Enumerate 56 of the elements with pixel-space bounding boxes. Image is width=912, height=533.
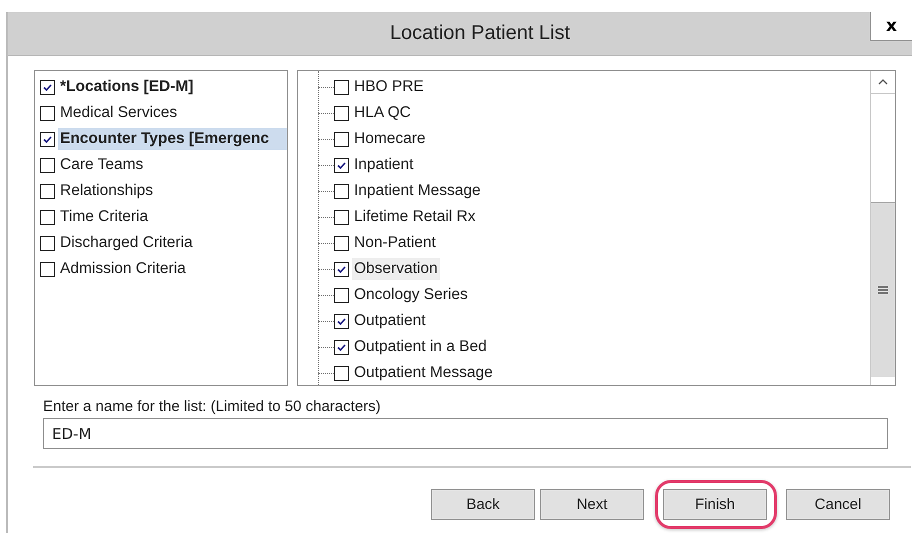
checkmark-icon	[336, 160, 347, 170]
checkmark-icon	[42, 82, 53, 92]
tree-item[interactable]: Homecare	[352, 128, 428, 150]
checkbox[interactable]	[40, 158, 55, 172]
checkmark-icon	[42, 134, 53, 144]
category-item[interactable]: *Locations [ED-M]	[58, 76, 196, 98]
checkbox[interactable]	[40, 106, 55, 120]
close-button[interactable]: x	[870, 12, 912, 41]
category-item[interactable]: Encounter Types [Emergenc	[58, 128, 287, 150]
checkbox[interactable]	[40, 262, 55, 276]
checkbox[interactable]	[334, 314, 349, 328]
scrollbar[interactable]	[870, 71, 895, 385]
tree-item[interactable]: Inpatient Message	[352, 180, 483, 202]
tree-item[interactable]: Outpatient in a Bed	[352, 336, 489, 358]
tree-item[interactable]: Outpatient	[352, 310, 428, 332]
tree-item[interactable]: Outpatient Message	[352, 362, 495, 384]
category-item[interactable]: Discharged Criteria	[58, 232, 195, 254]
checkbox[interactable]	[334, 80, 349, 94]
checkmark-icon	[336, 342, 347, 352]
name-field[interactable]: ED-M	[43, 418, 888, 449]
window-title: Location Patient List	[388, 22, 570, 45]
checkbox[interactable]	[40, 132, 55, 146]
category-item[interactable]: Time Criteria	[58, 206, 150, 228]
scroll-thumb[interactable]	[871, 202, 895, 377]
category-item[interactable]: Medical Services	[58, 102, 180, 124]
category-item[interactable]: Care Teams	[58, 154, 146, 176]
tree-item[interactable]: Observation	[352, 258, 440, 280]
dialog-button[interactable]: Finish	[663, 489, 767, 520]
category-item[interactable]: Relationships	[58, 180, 156, 202]
checkbox[interactable]	[334, 340, 349, 354]
dialog-button[interactable]: Cancel	[786, 489, 890, 520]
field-label: Enter a name for the list: (Limited to 50 characters)	[43, 398, 382, 415]
dialog-button[interactable]: Back	[431, 489, 535, 520]
tree-item[interactable]: Lifetime Retail Rx	[352, 206, 478, 228]
checkbox[interactable]	[40, 184, 55, 198]
checkbox[interactable]	[334, 366, 349, 380]
tree-item[interactable]: HBO PRE	[352, 76, 426, 98]
checkbox[interactable]	[40, 236, 55, 250]
checkmark-icon	[336, 316, 347, 326]
tree-item[interactable]: HLA QC	[352, 102, 413, 124]
checkbox[interactable]	[40, 80, 55, 94]
checkbox[interactable]	[334, 106, 349, 120]
checkmark-icon	[336, 264, 347, 274]
checkbox[interactable]	[40, 210, 55, 224]
checkbox[interactable]	[334, 184, 349, 198]
category-item[interactable]: Admission Criteria	[58, 258, 188, 280]
checkbox[interactable]	[334, 236, 349, 250]
tree-item[interactable]: Non-Patient	[352, 232, 438, 254]
tree-item[interactable]: Oncology Series	[352, 284, 470, 306]
dialog-button[interactable]: Next	[540, 489, 644, 520]
tree-item[interactable]: Inpatient	[352, 154, 416, 176]
checkbox[interactable]	[334, 132, 349, 146]
checkbox[interactable]	[334, 262, 349, 276]
checkbox[interactable]	[334, 210, 349, 224]
checkbox[interactable]	[334, 158, 349, 172]
checkbox[interactable]	[334, 288, 349, 302]
